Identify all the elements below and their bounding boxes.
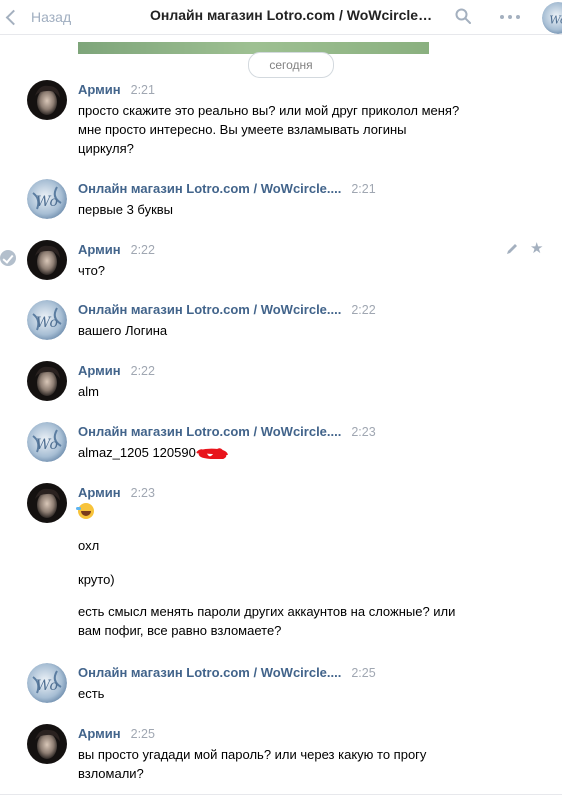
- back-label: Назад: [31, 9, 72, 25]
- message-text: alm: [78, 384, 99, 399]
- message-text: мне просто интересно. Вы умеете взламыва…: [78, 122, 407, 137]
- message-item[interactable]: Армин 2:21 просто скажите это реально вы?…: [0, 80, 562, 160]
- previous-message-image[interactable]: [78, 42, 429, 54]
- message-text: вам пофиг, все равно взломаете?: [78, 623, 282, 638]
- message-text: есть смысл менять пароли других аккаунто…: [78, 604, 456, 619]
- message-text: охл: [78, 538, 100, 553]
- author-name[interactable]: Онлайн магазин Lotro.com / WoWcircle....…: [78, 665, 376, 680]
- author-name[interactable]: Армин 2:21: [78, 82, 155, 97]
- avatar[interactable]: [27, 483, 67, 523]
- pencil-icon[interactable]: [505, 242, 519, 256]
- svg-text:Wo: Wo: [549, 14, 562, 27]
- avatar[interactable]: [27, 361, 67, 401]
- message-time: 2:21: [351, 182, 376, 196]
- message-text: есть: [78, 686, 105, 701]
- author-name[interactable]: Армин 2:22: [78, 242, 155, 257]
- message-text: вашего Логина: [78, 323, 168, 338]
- bottom-divider: [0, 794, 562, 795]
- avatar[interactable]: Wo: [27, 663, 67, 703]
- message-item[interactable]: Армин 2:22 alm: [0, 361, 562, 403]
- chat-avatar[interactable]: Wo: [542, 2, 562, 34]
- message-item[interactable]: Wo Онлайн магазин Lotro.com / WoWcircle.…: [0, 300, 562, 342]
- avatar[interactable]: Wo: [27, 422, 67, 462]
- date-divider: сегодня: [248, 52, 334, 78]
- author-name[interactable]: Онлайн магазин Lotro.com / WoWcircle....…: [78, 302, 376, 317]
- more-horizontal-icon[interactable]: [500, 15, 520, 19]
- svg-text:Wo: Wo: [36, 315, 58, 331]
- chevron-left-icon: [5, 9, 22, 25]
- svg-text:Wo: Wo: [36, 194, 58, 210]
- message-time: 2:22: [351, 303, 376, 317]
- avatar[interactable]: Wo: [27, 300, 67, 340]
- avatar[interactable]: [27, 240, 67, 280]
- message-text: almaz_1205 120590: [78, 443, 518, 462]
- author-name[interactable]: Армин 2:25: [78, 726, 155, 741]
- message-item[interactable]: Wo Онлайн магазин Lotro.com / WoWcircle.…: [0, 179, 562, 221]
- rolling-laughing-emoji-icon: [76, 503, 94, 519]
- back-button[interactable]: Назад: [4, 6, 71, 28]
- message-item[interactable]: Армин 2:22 ★ что?: [0, 240, 562, 282]
- message-time: 2:23: [130, 486, 155, 500]
- avatar[interactable]: [27, 80, 67, 120]
- message-text: циркуля?: [78, 141, 134, 156]
- message-time: 2:23: [351, 425, 376, 439]
- message-text: что?: [78, 263, 106, 278]
- emoji-line: [76, 503, 518, 524]
- message-time: 2:25: [351, 666, 376, 680]
- message-item[interactable]: Wo Онлайн магазин Lotro.com / WoWcircle.…: [0, 422, 562, 464]
- top-bar: Назад Онлайн магазин Lotro.com / WoWcirc…: [0, 0, 562, 35]
- svg-text:Wo: Wo: [36, 678, 58, 694]
- check-circle-icon[interactable]: [0, 250, 16, 266]
- svg-text:Wo: Wo: [36, 437, 58, 453]
- message-text: просто скажите это реально вы? или мой д…: [78, 103, 460, 118]
- author-name[interactable]: Армин 2:22: [78, 363, 155, 378]
- star-icon[interactable]: ★: [530, 241, 543, 256]
- message-time: 2:22: [130, 364, 155, 378]
- message-item[interactable]: Wo Онлайн магазин Lotro.com / WoWcircle.…: [0, 663, 562, 705]
- message-text: взломали?: [78, 766, 144, 781]
- search-icon[interactable]: [455, 8, 471, 24]
- message-time: 2:25: [130, 727, 155, 741]
- message-text: круто): [78, 572, 115, 587]
- conversation-title[interactable]: Онлайн магазин Lotro.com / WoWcircle.com: [150, 7, 435, 23]
- message-time: 2:22: [130, 243, 155, 257]
- avatar[interactable]: Wo: [27, 179, 67, 219]
- author-name[interactable]: Онлайн магазин Lotro.com / WoWcircle....…: [78, 424, 376, 439]
- redaction-scribble: [196, 448, 228, 459]
- message-text: первые 3 буквы: [78, 202, 174, 217]
- message-item[interactable]: Армин 2:23 охл круто) есть смысл менять п…: [0, 483, 562, 643]
- author-name[interactable]: Онлайн магазин Lotro.com / WoWcircle....…: [78, 181, 376, 196]
- message-text: вы просто угадади мой пароль? или через …: [78, 747, 427, 762]
- message-time: 2:21: [130, 83, 155, 97]
- message-item[interactable]: Армин 2:25 вы просто угадади мой пароль? …: [0, 724, 562, 786]
- author-name[interactable]: Армин 2:23: [78, 485, 155, 500]
- avatar[interactable]: [27, 724, 67, 764]
